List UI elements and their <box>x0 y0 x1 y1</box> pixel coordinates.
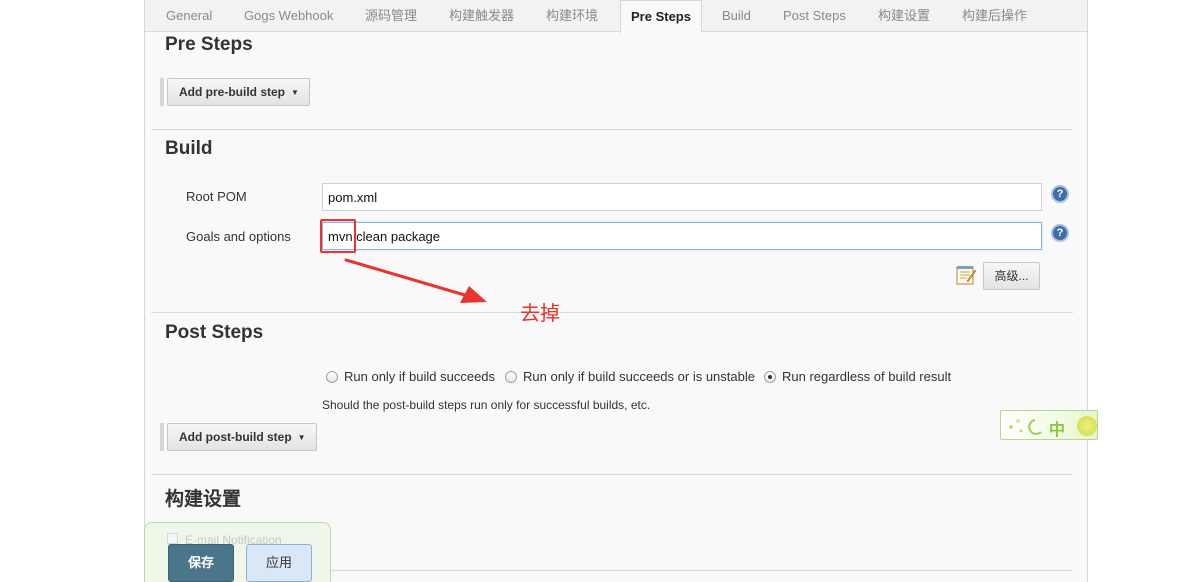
help-icon[interactable]: ? <box>1051 185 1069 203</box>
widget-label: 中 <box>1049 422 1066 439</box>
tab-bar: General Gogs Webhook 源码管理 构建触发器 构建环境 Pre… <box>145 0 1087 33</box>
help-icon[interactable]: ? <box>1051 224 1069 242</box>
moon-icon <box>1077 416 1097 436</box>
annotation-arrow-icon <box>344 258 487 303</box>
goals-options-input[interactable] <box>322 222 1042 250</box>
radio-button[interactable] <box>505 371 517 383</box>
section-title-build: Build <box>165 138 213 159</box>
divider <box>151 129 1073 130</box>
tab-source-control[interactable]: 源码管理 <box>365 0 417 32</box>
radio-label: Run regardless of build result <box>782 369 952 384</box>
goals-options-label: Goals and options <box>186 229 291 244</box>
section-title-build-settings: 构建设置 <box>165 489 242 510</box>
radio-button[interactable] <box>326 371 338 383</box>
notepad-icon[interactable] <box>955 264 977 286</box>
tab-build-triggers[interactable]: 构建触发器 <box>449 0 514 32</box>
caret-down-icon: ▼ <box>297 433 306 442</box>
annotation-text: 去掉 <box>520 303 560 325</box>
tab-general[interactable]: General <box>166 0 212 32</box>
section-title-pre-steps: Pre Steps <box>165 34 253 55</box>
add-pre-build-step-button[interactable]: Add pre-build step ▼ <box>167 78 310 106</box>
post-steps-hint: Should the post-build steps run only for… <box>322 398 651 412</box>
divider <box>151 474 1073 475</box>
tab-build-environment[interactable]: 构建环境 <box>546 0 598 32</box>
tab-post-steps[interactable]: Post Steps <box>783 0 846 32</box>
radio-run-regardless[interactable]: Run regardless of build result <box>764 369 951 384</box>
post-step-drag-bar <box>160 423 164 451</box>
advanced-button[interactable]: 高级... <box>983 262 1040 290</box>
tab-build[interactable]: Build <box>722 0 751 32</box>
radio-label: Run only if build succeeds or is unstabl… <box>523 369 755 384</box>
radio-button-checked[interactable] <box>764 371 776 383</box>
config-panel: General Gogs Webhook 源码管理 构建触发器 构建环境 Pre… <box>144 0 1088 582</box>
bottom-action-bar: E-mail Notification 保存 应用 <box>144 522 331 582</box>
pre-step-drag-bar <box>160 78 164 106</box>
add-pre-build-step-label: Add pre-build step <box>179 85 285 99</box>
radio-run-if-success[interactable]: Run only if build succeeds <box>326 369 495 384</box>
root-pom-label: Root POM <box>186 189 247 204</box>
tab-post-build-actions[interactable]: 构建后操作 <box>962 0 1027 32</box>
tab-build-settings[interactable]: 构建设置 <box>878 0 930 32</box>
section-title-post-steps: Post Steps <box>165 322 264 343</box>
tab-pre-steps[interactable]: Pre Steps <box>620 0 702 33</box>
root-pom-input[interactable] <box>322 183 1042 211</box>
save-button[interactable]: 保存 <box>168 544 234 582</box>
radio-label: Run only if build succeeds <box>344 369 496 384</box>
apply-button[interactable]: 应用 <box>246 544 312 582</box>
annotation-highlight-box <box>320 219 356 253</box>
add-post-build-step-label: Add post-build step <box>179 430 292 444</box>
email-notification-checkbox[interactable] <box>167 533 178 544</box>
decorative-dots-icon <box>1009 419 1042 435</box>
caret-down-icon: ▼ <box>291 88 299 97</box>
floating-ime-widget[interactable]: 中 <box>1000 410 1098 440</box>
add-post-build-step-button[interactable]: Add post-build step ▼ <box>167 423 317 451</box>
tab-gogs-webhook[interactable]: Gogs Webhook <box>244 0 333 32</box>
radio-run-if-success-or-unstable[interactable]: Run only if build succeeds or is unstabl… <box>505 369 755 384</box>
divider <box>151 312 1073 313</box>
